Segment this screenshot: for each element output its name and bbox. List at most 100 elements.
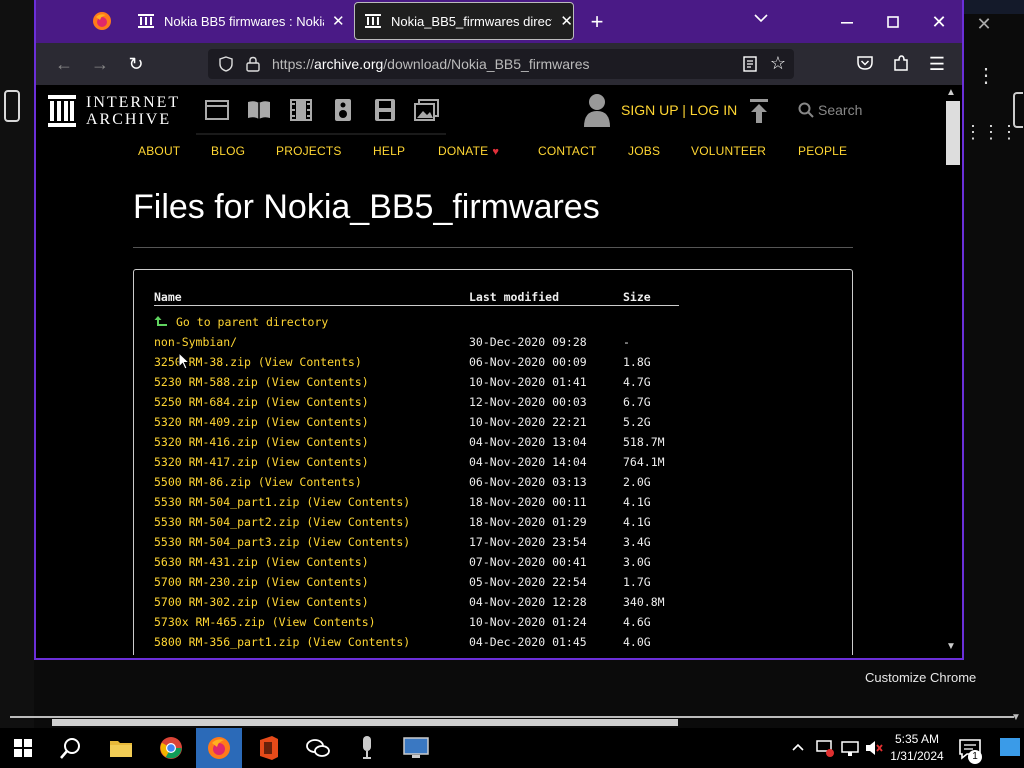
extensions-puzzle-icon[interactable] [890,54,912,76]
show-hidden-icons-caret-icon[interactable] [792,740,804,754]
taskbar-chrome[interactable] [148,728,194,768]
file-link[interactable]: 5320 RM-416.zip [154,435,258,449]
view-contents-link[interactable]: View Contents [313,515,403,529]
tab-nokia-directory[interactable]: Nokia_BB5_firmwares directory l ✕ [354,2,574,40]
close-tab-icon[interactable]: ✕ [332,12,345,30]
nav-donate-link[interactable]: DONATE ♥ [438,144,499,158]
taskbar-firefox[interactable] [196,728,242,768]
reader-view-icon[interactable] [742,56,758,72]
view-contents-link[interactable]: View Contents [272,455,362,469]
file-link[interactable]: non-Symbian/ [154,335,237,349]
file-link[interactable]: 3250 RM-38.zip [154,355,251,369]
ia-search[interactable]: Search [798,102,862,118]
view-contents-link[interactable]: View Contents [313,635,403,649]
background-side-button[interactable] [1013,92,1023,128]
file-link[interactable]: 5530 RM-504_part1.zip [154,495,299,509]
chrome-menu-icon[interactable]: ⋮ [976,66,996,86]
tracking-shield-icon[interactable] [218,56,234,72]
upload-icon[interactable] [748,99,770,123]
nav-volunteer-link[interactable]: VOLUNTEER [691,144,766,158]
ethernet-icon[interactable] [840,738,860,758]
nav-help-link[interactable]: HELP [373,144,405,158]
taskbar-remote-desktop[interactable] [393,728,439,768]
network-status-icon[interactable] [815,738,835,758]
view-contents-link[interactable]: View Contents [313,535,403,549]
file-link[interactable]: 5800 RM-356_part1.zip [154,635,299,649]
close-tab-icon[interactable]: ✕ [560,12,573,30]
user-avatar-icon[interactable] [583,93,611,127]
parent-directory-link[interactable]: Go to parent directory [176,315,328,329]
bookmark-star-icon[interactable]: ☆ [770,53,786,74]
file-link[interactable]: 5530 RM-504_part2.zip [154,515,299,529]
ia-logo[interactable]: INTERNET ARCHIVE [48,93,198,129]
nav-projects-link[interactable]: PROJECTS [276,144,342,158]
view-contents-link[interactable]: View Contents [272,575,362,589]
maximize-icon[interactable] [878,8,908,36]
column-header-name[interactable]: Name [154,290,182,304]
address-bar[interactable]: https://archive.org/download/Nokia_BB5_f… [208,49,794,79]
hamburger-menu-icon[interactable]: ☰ [926,54,948,76]
file-link[interactable]: 5250 RM-684.zip [154,395,258,409]
background-close-icon[interactable]: ✕ [972,12,996,36]
tab-nokia-details[interactable]: Nokia BB5 firmwares : Nokia : Fr ✕ [126,2,384,40]
nav-blog-link[interactable]: BLOG [211,144,245,158]
taskbar-chat[interactable] [295,728,341,768]
file-link[interactable]: 5230 RM-588.zip [154,375,258,389]
close-window-icon[interactable]: ✕ [924,8,954,36]
software-floppy-icon[interactable] [372,99,398,121]
file-link[interactable]: 5500 RM-86.zip [154,475,251,489]
sign-up-link[interactable]: SIGN UP [621,102,678,118]
show-desktop-button[interactable] [1000,738,1020,756]
video-film-icon[interactable] [288,99,314,121]
lock-icon[interactable] [246,56,260,72]
page-scrollbar[interactable]: ▲ ▼ [944,85,960,655]
taskbar-file-explorer[interactable] [98,728,144,768]
view-contents-link[interactable]: View Contents [272,375,362,389]
view-contents-link[interactable]: View Contents [272,415,362,429]
file-link[interactable]: 5320 RM-409.zip [154,415,258,429]
file-link[interactable]: 5630 RM-431.zip [154,555,258,569]
reload-icon[interactable]: ↻ [124,53,148,77]
column-header-size[interactable]: Size [623,290,651,304]
taskbar-search-button[interactable] [48,728,94,768]
view-contents-link[interactable]: View Contents [272,555,362,569]
pocket-icon[interactable] [854,54,876,76]
log-in-link[interactable]: LOG IN [690,102,737,118]
back-arrow-icon[interactable]: ← [52,53,76,77]
scroll-up-icon[interactable]: ▲ [946,87,956,98]
list-all-tabs-chevron-icon[interactable] [754,10,768,26]
nav-people-link[interactable]: PEOPLE [798,144,847,158]
parent-directory-row[interactable]: Go to parent directory [154,315,754,335]
scroll-down-icon[interactable]: ▼ [1011,712,1021,723]
file-link[interactable]: 5730x RM-465.zip [154,615,265,629]
taskbar-voice-recorder[interactable] [344,728,390,768]
view-contents-link[interactable]: View Contents [279,615,369,629]
forward-arrow-icon[interactable]: → [88,53,112,77]
scrollbar-thumb[interactable] [946,101,960,165]
column-header-modified[interactable]: Last modified [469,290,559,304]
customize-chrome-button[interactable]: Customize Chrome [865,670,976,685]
nav-about-link[interactable]: ABOUT [138,144,180,158]
file-link[interactable]: 5700 RM-302.zip [154,595,258,609]
file-link[interactable]: 5320 RM-417.zip [154,455,258,469]
view-contents-link[interactable]: View Contents [272,435,362,449]
file-link[interactable]: 5700 RM-230.zip [154,575,258,589]
view-contents-link[interactable]: View Contents [313,495,403,509]
taskbar-clock[interactable]: 5:35 AM 1/31/2024 [888,731,946,765]
firefox-view-button[interactable] [80,2,124,40]
new-tab-plus-icon[interactable]: + [586,8,608,36]
images-icon[interactable] [414,99,440,121]
apps-grid-icon[interactable]: ⋮⋮⋮ [964,122,1018,143]
view-contents-link[interactable]: View Contents [272,595,362,609]
view-contents-link[interactable]: View Contents [272,395,362,409]
texts-book-icon[interactable] [246,99,272,121]
taskbar-office[interactable] [246,728,292,768]
web-archive-icon[interactable] [204,99,230,121]
view-contents-link[interactable]: View Contents [265,475,355,489]
nav-jobs-link[interactable]: JOBS [628,144,660,158]
background-horizontal-scrollbar[interactable] [52,719,678,726]
minimize-icon[interactable] [832,8,862,36]
background-button[interactable] [4,90,20,122]
audio-speaker-icon[interactable] [330,99,356,121]
start-button[interactable] [0,728,46,768]
